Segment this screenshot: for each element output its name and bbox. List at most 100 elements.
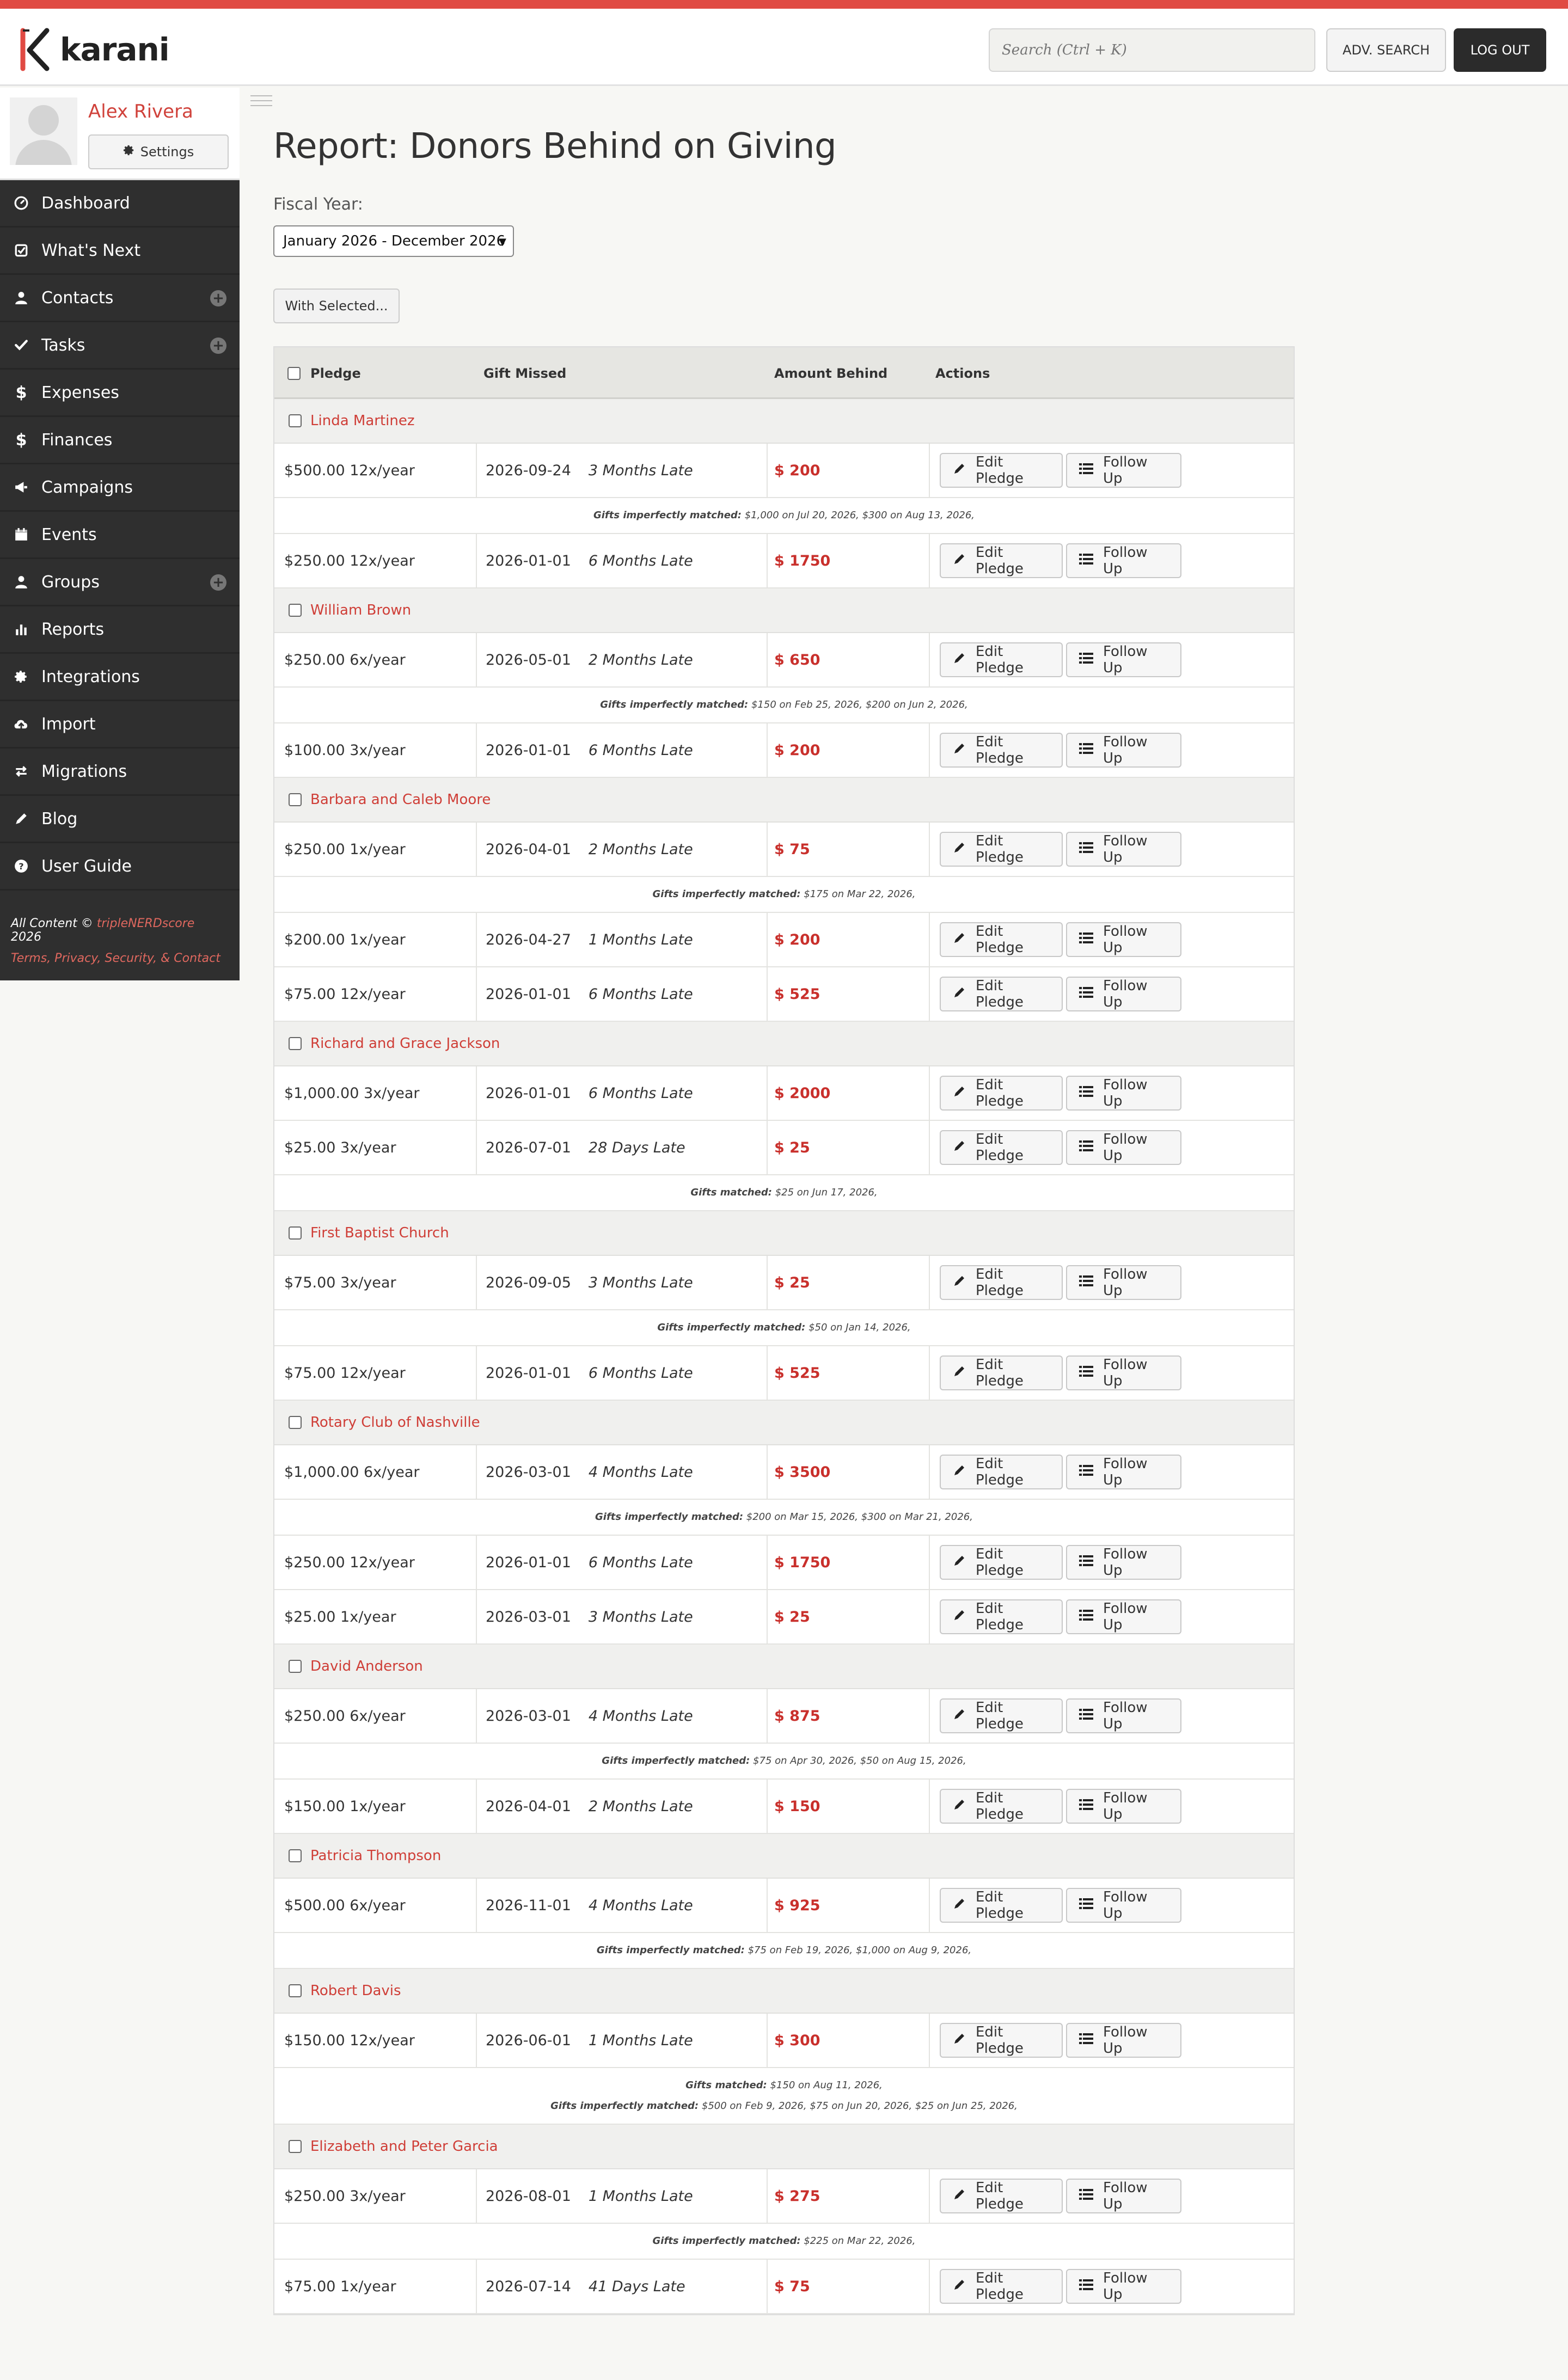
sidebar-item-expenses[interactable]: $ Expenses [0, 370, 240, 417]
sidebar-item-groups[interactable]: Groups + [0, 559, 240, 606]
edit-pledge-button[interactable]: Edit Pledge [940, 1130, 1063, 1165]
edit-pledge-button[interactable]: Edit Pledge [940, 832, 1063, 867]
adv-search-button[interactable]: ADV. SEARCH [1326, 28, 1446, 72]
edit-pledge-button[interactable]: Edit Pledge [940, 733, 1063, 768]
edit-pledge-button[interactable]: Edit Pledge [940, 977, 1063, 1011]
sidebar-item-integrations[interactable]: Integrations [0, 654, 240, 701]
follow-up-button[interactable]: Follow Up [1066, 642, 1181, 677]
with-selected-button[interactable]: With Selected... [273, 289, 400, 323]
sidebar-item-what-s-next[interactable]: What's Next [0, 228, 240, 275]
col-pledge[interactable]: Pledge [310, 347, 361, 399]
donor-name-link[interactable]: Richard and Grace Jackson [310, 1035, 500, 1052]
user-name[interactable]: Alex Rivera [88, 101, 193, 122]
edit-pledge-button[interactable]: Edit Pledge [940, 2179, 1063, 2213]
follow-up-button[interactable]: Follow Up [1066, 1130, 1181, 1165]
donor-checkbox[interactable] [289, 1416, 302, 1429]
donor-name-link[interactable]: Rotary Club of Nashville [310, 1414, 480, 1431]
add-groups-icon[interactable]: + [210, 574, 226, 591]
add-contacts-icon[interactable]: + [210, 290, 226, 306]
select-all-checkbox[interactable] [287, 366, 301, 380]
follow-up-button[interactable]: Follow Up [1066, 2023, 1181, 2058]
donor-name-link[interactable]: Patricia Thompson [310, 1848, 441, 1864]
col-actions: Actions [935, 365, 990, 381]
donor-name-link[interactable]: Elizabeth and Peter Garcia [310, 2138, 498, 2155]
edit-pledge-button[interactable]: Edit Pledge [940, 1698, 1063, 1733]
donor-checkbox[interactable] [289, 2140, 302, 2153]
donor-checkbox[interactable] [289, 1660, 302, 1673]
follow-up-button[interactable]: Follow Up [1066, 1455, 1181, 1489]
sidebar-item-events[interactable]: Events [0, 512, 240, 559]
follow-up-button[interactable]: Follow Up [1066, 2179, 1181, 2213]
follow-up-button[interactable]: Follow Up [1066, 922, 1181, 957]
settings-button[interactable]: Settings [88, 134, 229, 169]
edit-pledge-button[interactable]: Edit Pledge [940, 2023, 1063, 2058]
sidebar-item-contacts[interactable]: Contacts + [0, 275, 240, 322]
donor-name-link[interactable]: First Baptist Church [310, 1225, 449, 1241]
edit-pledge-button[interactable]: Edit Pledge [940, 543, 1063, 578]
donor-checkbox[interactable] [289, 1226, 302, 1240]
sidebar-item-tasks[interactable]: Tasks + [0, 322, 240, 370]
sidebar-item-user-guide[interactable]: ? User Guide [0, 843, 240, 891]
add-tasks-icon[interactable]: + [210, 338, 226, 354]
donor-name-link[interactable]: Robert Davis [310, 1983, 401, 1999]
follow-up-button[interactable]: Follow Up [1066, 1076, 1181, 1111]
edit-pledge-button[interactable]: Edit Pledge [940, 2269, 1063, 2304]
follow-up-button[interactable]: Follow Up [1066, 1599, 1181, 1634]
fiscal-year-select[interactable]: January 2026 - December 2026 ▼ [273, 225, 514, 257]
sidebar-item-label: Contacts [41, 288, 114, 308]
edit-pledge-button[interactable]: Edit Pledge [940, 1599, 1063, 1634]
follow-up-button[interactable]: Follow Up [1066, 1545, 1181, 1580]
edit-pledge-button[interactable]: Edit Pledge [940, 1888, 1063, 1923]
edit-pledge-button[interactable]: Edit Pledge [940, 1355, 1063, 1390]
sidebar-item-finances[interactable]: $ Finances [0, 417, 240, 464]
edit-pledge-button[interactable]: Edit Pledge [940, 1455, 1063, 1489]
search-input[interactable] [989, 28, 1315, 72]
sidebar-item-import[interactable]: Import [0, 701, 240, 749]
follow-up-button[interactable]: Follow Up [1066, 733, 1181, 768]
sidebar-item-blog[interactable]: Blog [0, 796, 240, 843]
gift-missed-cell: 2026-01-01 6 Months Late [486, 967, 693, 1021]
donor-name-link[interactable]: David Anderson [310, 1658, 423, 1674]
follow-up-button[interactable]: Follow Up [1066, 453, 1181, 488]
follow-up-button[interactable]: Follow Up [1066, 2269, 1181, 2304]
edit-pledge-button[interactable]: Edit Pledge [940, 642, 1063, 677]
footer-links[interactable]: Terms, Privacy, Security, & Contact [11, 952, 229, 965]
edit-pledge-button[interactable]: Edit Pledge [940, 1789, 1063, 1824]
edit-pledge-button[interactable]: Edit Pledge [940, 1545, 1063, 1580]
col-gift-missed[interactable]: Gift Missed [483, 347, 566, 399]
logout-button[interactable]: LOG OUT [1454, 28, 1546, 72]
follow-up-button[interactable]: Follow Up [1066, 1355, 1181, 1390]
donor-name-link[interactable]: William Brown [310, 602, 411, 618]
donor-name-link[interactable]: Linda Martinez [310, 413, 414, 429]
edit-pledge-button[interactable]: Edit Pledge [940, 453, 1063, 488]
donor-checkbox[interactable] [289, 604, 302, 617]
app-logo[interactable]: karani [19, 25, 170, 74]
sidebar-item-dashboard[interactable]: Dashboard [0, 180, 240, 228]
brand-link[interactable]: tripleNERDscore [97, 917, 195, 930]
donor-checkbox[interactable] [289, 793, 302, 806]
follow-up-button[interactable]: Follow Up [1066, 543, 1181, 578]
donor-checkbox[interactable] [289, 1984, 302, 1997]
donor-name-link[interactable]: Barbara and Caleb Moore [310, 792, 491, 808]
follow-up-button[interactable]: Follow Up [1066, 1789, 1181, 1824]
follow-up-button[interactable]: Follow Up [1066, 832, 1181, 867]
donor-checkbox[interactable] [289, 414, 302, 427]
follow-up-button[interactable]: Follow Up [1066, 977, 1181, 1011]
avatar[interactable] [10, 97, 77, 165]
sidebar-item-migrations[interactable]: Migrations [0, 749, 240, 796]
follow-up-label: Follow Up [1103, 1889, 1148, 1922]
sidebar-item-campaigns[interactable]: Campaigns [0, 464, 240, 512]
col-amount-behind[interactable]: Amount Behind [774, 347, 887, 399]
follow-up-button[interactable]: Follow Up [1066, 1265, 1181, 1300]
follow-up-button[interactable]: Follow Up [1066, 1888, 1181, 1923]
edit-pledge-button[interactable]: Edit Pledge [940, 1076, 1063, 1111]
sidebar-item-reports[interactable]: Reports [0, 606, 240, 654]
donor-checkbox[interactable] [289, 1849, 302, 1862]
edit-pledge-button[interactable]: Edit Pledge [940, 922, 1063, 957]
pencil-icon [953, 2278, 966, 2295]
pledge-amount: $25.00 1x/year [284, 1608, 396, 1625]
follow-up-button[interactable]: Follow Up [1066, 1698, 1181, 1733]
hamburger-icon[interactable] [250, 95, 272, 108]
edit-pledge-button[interactable]: Edit Pledge [940, 1265, 1063, 1300]
donor-checkbox[interactable] [289, 1037, 302, 1050]
